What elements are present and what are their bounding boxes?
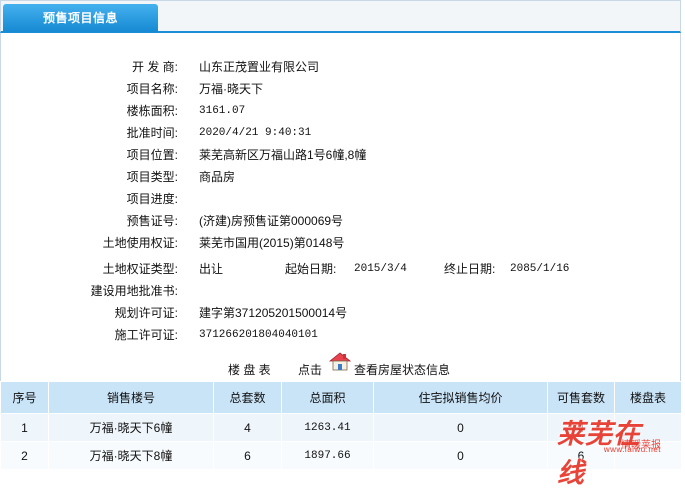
building-table: 序号 销售楼号 总套数 总面积 住宅拟销售均价 可售套数 楼盘表 1 万福·晓天下6幢 4 126…	[0, 381, 682, 470]
table-body: 1 万福·晓天下6幢 4 1263.41 0 4 2 万福·晓天下8幢 6 1897.66 0 6	[0, 413, 682, 470]
start-date-value: 2015/3/4	[354, 263, 407, 275]
table-cell: 2	[0, 441, 49, 470]
end-date-label: 终止日期:	[444, 262, 496, 276]
info-row: 建设用地批准书:	[0, 283, 681, 299]
info-value: (济建)房预售证第000069号	[199, 214, 344, 228]
start-date-label: 起始日期:	[285, 262, 337, 276]
table-cell: 6	[547, 441, 615, 470]
info-row: 批准时间: 2020/4/21 9:40:31	[0, 125, 681, 141]
table-cell: 1	[0, 413, 49, 442]
table-header-cell: 总面积	[281, 381, 374, 414]
table-cell: 0	[373, 413, 548, 442]
info-row: 项目进度:	[0, 191, 681, 207]
info-row: 楼栋面积: 3161.07	[0, 103, 681, 119]
plan-title: 楼 盘 表	[228, 363, 271, 377]
table-header-row: 序号 销售楼号 总套数 总面积 住宅拟销售均价 可售套数 楼盘表	[0, 381, 682, 414]
land-date-range: 起始日期: 2015/3/4 终止日期: 2085/1/16	[0, 261, 681, 277]
plan-table-link-cell[interactable]	[614, 413, 682, 442]
info-value: 3161.07	[199, 105, 246, 117]
table-cell: 万福·晓天下6幢	[48, 413, 214, 442]
info-row: 项目位置: 莱芜高新区万福山路1号6幢,8幢	[0, 147, 681, 163]
table-header-cell: 总套数	[213, 381, 282, 414]
info-label: 项目进度:	[126, 192, 178, 206]
view-house-status-link[interactable]: 查看房屋状态信息	[354, 361, 450, 378]
info-value: 万福·晓天下	[199, 82, 263, 96]
table-header-cell: 住宅拟销售均价	[373, 381, 548, 414]
table-cell: 4	[547, 413, 615, 442]
info-label: 批准时间:	[126, 126, 178, 140]
info-row: 项目类型: 商品房	[0, 169, 681, 185]
end-date-value: 2085/1/16	[510, 263, 570, 275]
info-label: 项目位置:	[126, 148, 178, 162]
info-row: 开 发 商: 山东正茂置业有限公司	[0, 59, 681, 75]
table-cell: 6	[213, 441, 282, 470]
info-row: 施工许可证: 371266201804040101	[0, 327, 681, 343]
table-header-cell: 销售楼号	[48, 381, 214, 414]
info-row: 项目名称: 万福·晓天下	[0, 81, 681, 97]
table-cell: 万福·晓天下8幢	[48, 441, 214, 470]
info-value: 山东正茂置业有限公司	[199, 60, 320, 74]
plan-table-link-cell[interactable]	[614, 441, 682, 470]
info-value: 2020/4/21 9:40:31	[199, 127, 312, 139]
info-value: 371266201804040101	[199, 329, 318, 341]
info-value: 建字第371205201500014号	[199, 306, 348, 320]
info-label: 土地使用权证:	[102, 236, 178, 250]
table-cell: 1897.66	[281, 441, 374, 470]
info-label: 建设用地批准书:	[90, 284, 178, 298]
info-value: 莱芜市国用(2015)第0148号	[199, 236, 345, 250]
house-icon[interactable]	[328, 350, 352, 372]
info-label: 楼栋面积:	[126, 104, 178, 118]
table-header-cell: 可售套数	[547, 381, 615, 414]
info-row: 预售证号: (济建)房预售证第000069号	[0, 213, 681, 229]
info-row: 土地使用权证: 莱芜市国用(2015)第0148号	[0, 235, 681, 251]
info-label: 项目类型:	[126, 170, 178, 184]
table-header-cell: 序号	[0, 381, 49, 414]
info-label: 预售证号:	[126, 214, 178, 228]
info-row: 规划许可证: 建字第371205201500014号	[0, 305, 681, 321]
table-cell: 4	[213, 413, 282, 442]
table-header-cell: 楼盘表	[614, 381, 682, 414]
tab-presale-info[interactable]: 预售项目信息	[3, 4, 158, 32]
plan-click-text: 点击	[298, 363, 323, 377]
info-label: 规划许可证:	[114, 306, 178, 320]
table-row: 1 万福·晓天下6幢 4 1263.41 0 4	[0, 413, 682, 442]
info-value: 商品房	[199, 170, 236, 184]
tab-bar: 预售项目信息	[0, 0, 681, 33]
info-label: 开 发 商:	[131, 60, 178, 74]
info-value: 莱芜高新区万福山路1号6幢,8幢	[199, 148, 367, 162]
info-label: 项目名称:	[126, 82, 178, 96]
table-cell: 1263.41	[281, 413, 374, 442]
table-cell: 0	[373, 441, 548, 470]
info-label: 施工许可证:	[114, 328, 178, 342]
table-row: 2 万福·晓天下8幢 6 1897.66 0 6	[0, 441, 682, 470]
